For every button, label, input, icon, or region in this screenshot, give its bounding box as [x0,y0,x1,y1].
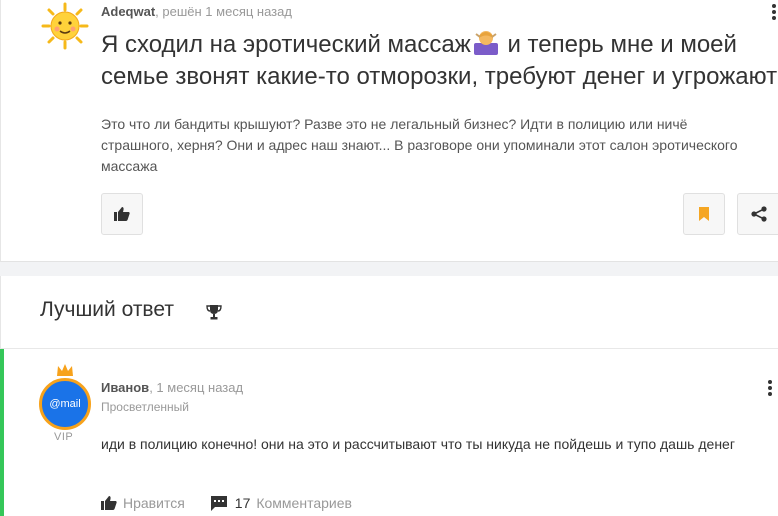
question-more-icon[interactable] [772,4,776,22]
crown-icon [57,364,73,376]
avatar-text: @mail [49,398,81,410]
answer-like-button[interactable]: Нравится [101,495,185,511]
question-body: Это что ли бандиты крышуют? Разве это не… [101,116,738,174]
best-answer-heading: Лучший ответ [40,298,174,321]
answer-divider [0,348,778,349]
question-title-line1-rest: и теперь мне и моей [500,31,737,58]
best-answer-accent [0,349,4,516]
question-title-line1: Я сходил на эротический массаж [101,31,471,58]
answer-more-icon[interactable] [768,380,772,398]
question-author[interactable]: Adeqwat [101,4,155,19]
comments-count: 17 [234,495,251,511]
answer-author-rank: Просветленный [101,400,189,414]
sun-avatar-icon[interactable] [40,2,90,50]
comment-icon [210,495,227,511]
comments-button[interactable]: 17 Комментариев [210,495,352,511]
share-button[interactable] [737,193,778,235]
question-meta: , решён 1 месяц назад [155,4,292,19]
vip-badge: VIP [54,431,74,443]
bookmark-button[interactable] [683,193,725,235]
bookmark-icon [699,207,709,221]
answer-actions: Нравится 17 Комментариев [101,495,352,511]
answer-meta: , 1 месяц назад [149,380,244,395]
question-title: Я сходил на эротический массаж и теперь … [101,28,778,93]
comments-label: Комментариев [256,495,352,511]
answer-text: иди в полицию конечно! они на это и расс… [101,436,735,452]
massage-emoji-icon [473,31,498,55]
question-author-line: Adeqwat, решён 1 месяц назад [101,4,292,19]
section-separator [0,262,778,276]
like-label: Нравится [123,495,185,511]
answer-avatar[interactable]: @mail [39,378,91,430]
thumbs-up-icon [101,496,117,510]
answer-author[interactable]: Иванов [101,380,149,395]
trophy-icon [206,305,222,320]
thumbs-up-icon [114,207,130,221]
like-button[interactable] [101,193,143,235]
question-title-line2: семье звонят какие-то отморозки, требуют… [101,63,778,90]
answer-author-line: Иванов, 1 месяц назад [101,380,243,395]
share-icon [751,206,767,222]
